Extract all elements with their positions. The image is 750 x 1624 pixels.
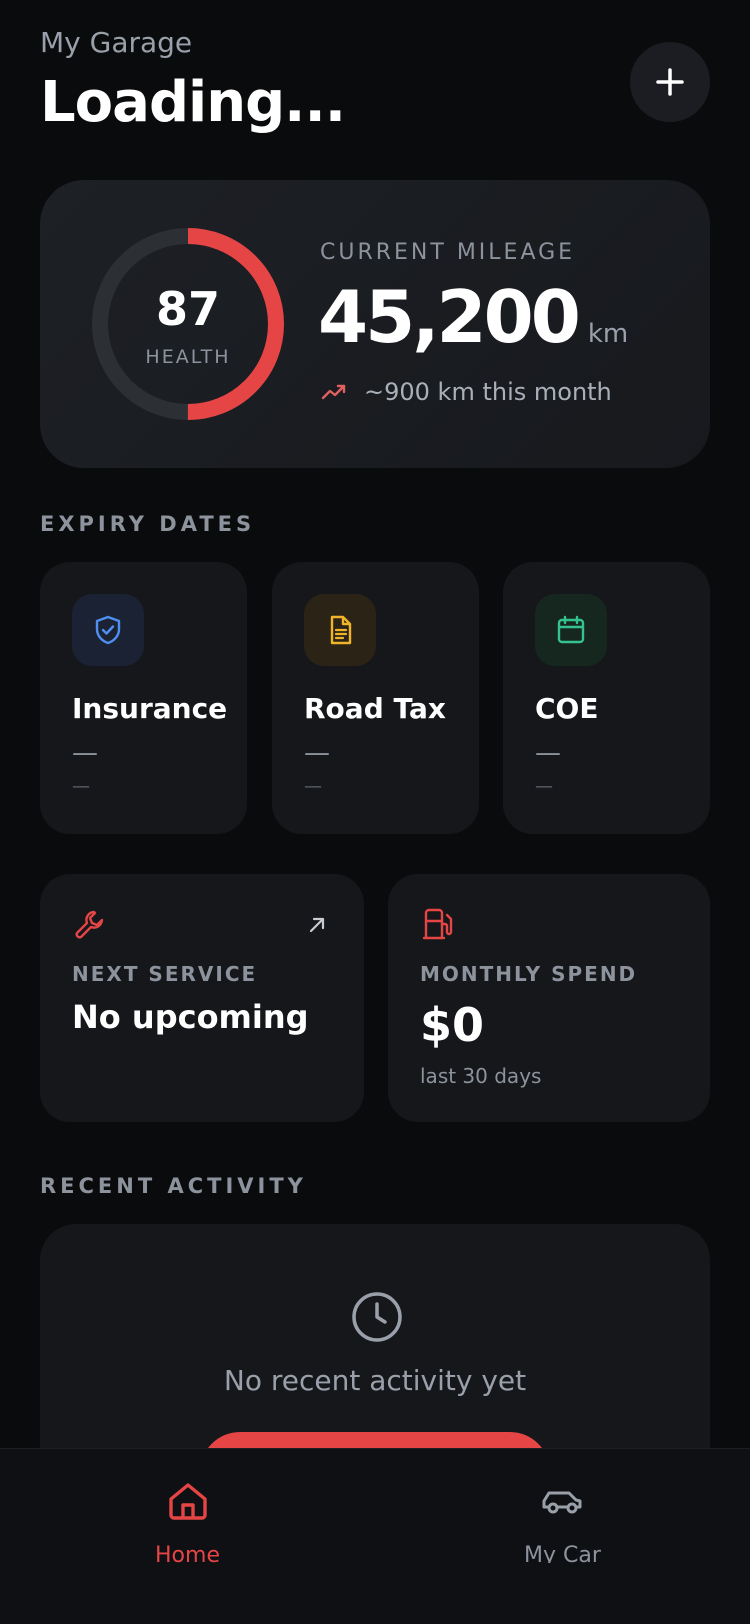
expiry-icon-box	[304, 594, 376, 666]
monthly-spend-period: last 30 days	[420, 1064, 542, 1088]
bottom-nav: Home My Car	[0, 1448, 750, 1624]
health-mileage-card[interactable]: 87 HEALTH CURRENT MILEAGE 45,200 km ~900…	[40, 180, 710, 468]
expiry-icon-box	[72, 594, 144, 666]
expiry-date: —	[535, 738, 561, 768]
page-title: Loading...	[40, 70, 346, 135]
home-icon	[169, 1483, 207, 1520]
expiry-card-road-tax[interactable]: Road Tax — —	[272, 562, 479, 834]
arrow-up-right-icon[interactable]	[306, 914, 328, 936]
expiry-title: Road Tax	[304, 692, 446, 725]
next-service-label: NEXT SERVICE	[72, 962, 258, 986]
expiry-card-coe[interactable]: COE — —	[503, 562, 710, 834]
expiry-days: —	[304, 776, 322, 797]
fuel-pump-icon	[422, 908, 453, 940]
mileage-row: 45,200 km	[318, 275, 628, 359]
health-label: HEALTH	[145, 346, 231, 368]
next-service-value: No upcoming	[72, 998, 309, 1036]
expiry-date: —	[72, 738, 98, 768]
plus-icon	[656, 68, 684, 96]
expiry-days: —	[535, 776, 553, 797]
clock-icon	[352, 1292, 402, 1342]
health-score: 87	[155, 282, 220, 336]
mileage-value: 45,200	[318, 275, 581, 359]
home-screen: My Garage Loading... 87 HEALTH CURRENT M…	[0, 0, 750, 1624]
expiry-date: —	[304, 738, 330, 768]
next-service-card[interactable]: NEXT SERVICE No upcoming	[40, 874, 364, 1122]
monthly-spend-card[interactable]: MONTHLY SPEND $0 last 30 days	[388, 874, 710, 1122]
car-icon	[542, 1491, 582, 1514]
page-subtitle: My Garage	[40, 26, 193, 59]
expiry-icon-box	[535, 594, 607, 666]
mileage-trend-text: ~900 km this month	[364, 378, 612, 406]
document-icon	[330, 615, 352, 645]
nav-label-my-car: My Car	[524, 1543, 601, 1563]
mileage-label: CURRENT MILEAGE	[320, 240, 576, 265]
mileage-unit: km	[587, 319, 629, 349]
shield-check-icon	[95, 615, 121, 645]
activity-empty-text: No recent activity yet	[223, 1364, 527, 1397]
section-title-expiry: EXPIRY DATES	[40, 512, 256, 536]
trending-up-icon	[321, 384, 346, 400]
nav-label-home: Home	[155, 1543, 220, 1563]
add-button[interactable]	[630, 42, 710, 122]
monthly-spend-value: $0	[420, 998, 485, 1052]
expiry-card-insurance[interactable]: Insurance — —	[40, 562, 247, 834]
nav-item-home[interactable]: Home	[0, 1449, 375, 1624]
expiry-title: Insurance	[72, 692, 228, 725]
nav-item-my-car[interactable]: My Car	[375, 1449, 750, 1624]
monthly-spend-label: MONTHLY SPEND	[420, 962, 638, 986]
wrench-icon	[75, 910, 104, 939]
expiry-title: COE	[535, 692, 599, 725]
calendar-icon	[557, 615, 585, 644]
section-title-recent-activity: RECENT ACTIVITY	[40, 1174, 307, 1198]
expiry-days: —	[72, 776, 90, 797]
mileage-trend: ~900 km this month	[320, 378, 612, 406]
